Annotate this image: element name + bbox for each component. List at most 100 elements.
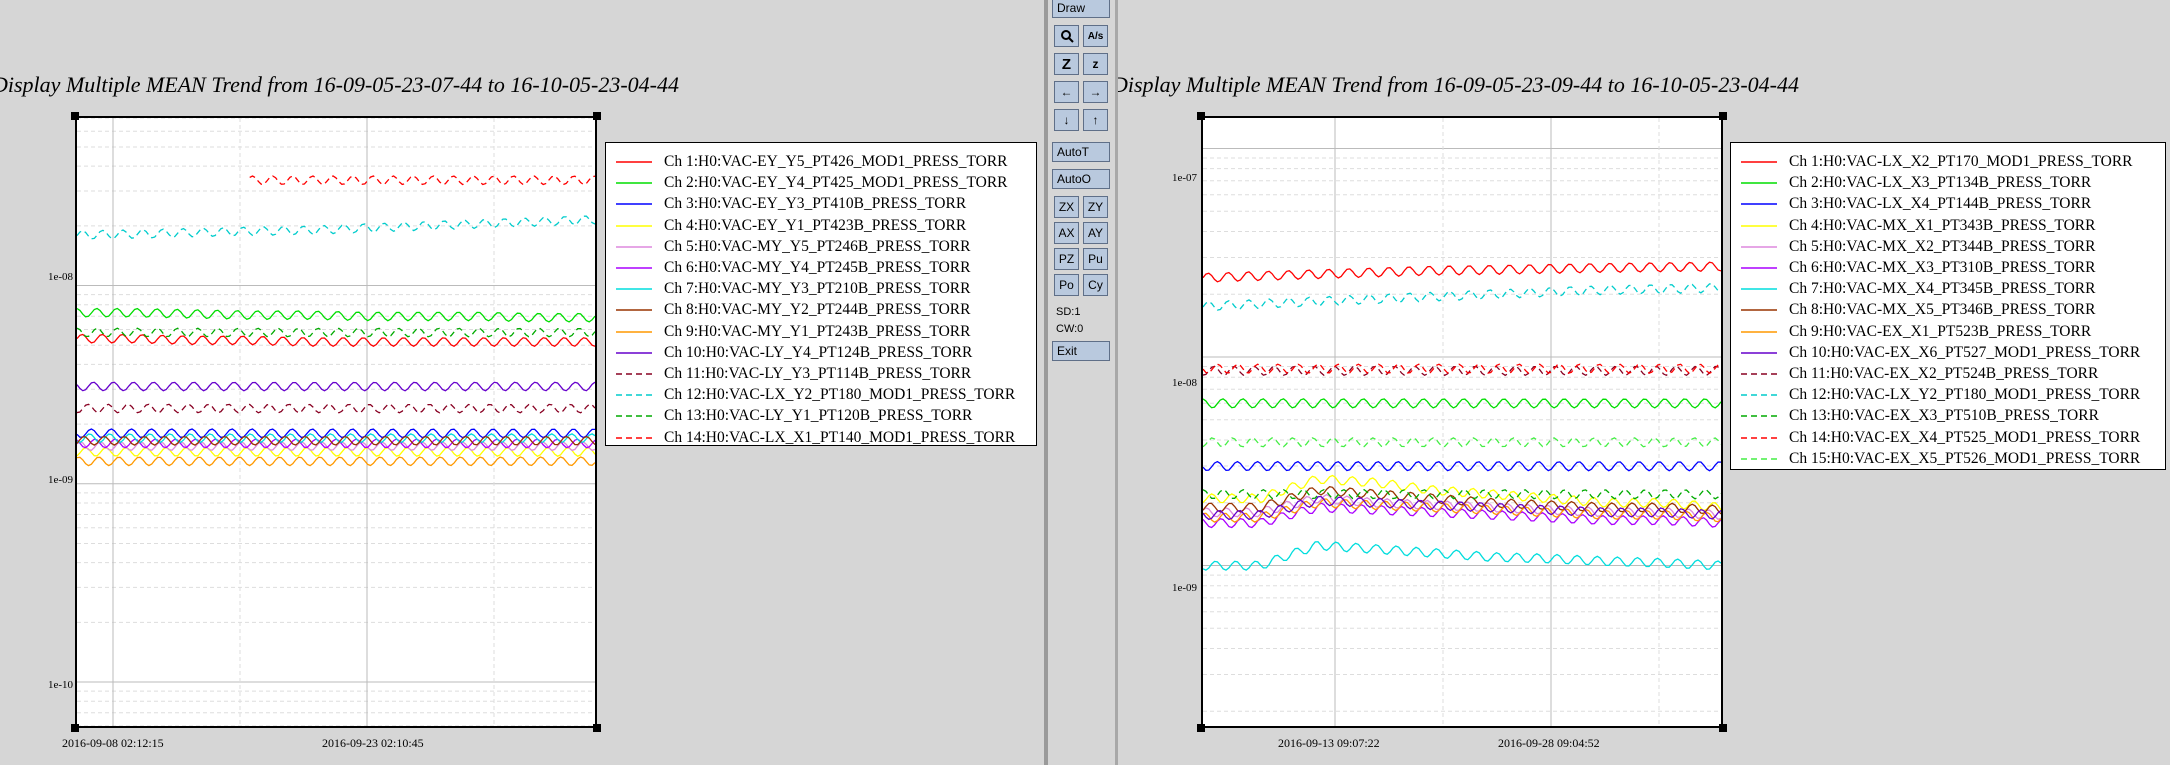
plot-svg[interactable] xyxy=(1203,118,1721,726)
legend-swatch xyxy=(616,436,652,439)
draw-button[interactable]: Draw xyxy=(1052,0,1110,18)
legend-entry: Ch 6:H0:VAC-MX_X3_PT310B_PRESS_TORR xyxy=(1739,258,2095,278)
legend-label: Ch 14:H0:VAC-LX_X1_PT140_MOD1_PRESS_TORR xyxy=(664,428,1016,446)
legend-entry: Ch 15:H0:VAC-EX_X5_PT526_MOD1_PRESS_TORR xyxy=(1739,449,2140,469)
toolbar: Draw A/s Z z ← → ↓ ↑ AutoT AutoO ZX ZY A… xyxy=(1044,0,1118,765)
series-line xyxy=(1203,437,1721,448)
plot-corner-handle[interactable] xyxy=(1719,112,1727,120)
legend-swatch xyxy=(616,161,652,163)
legend-swatch xyxy=(616,224,652,227)
plot-corner-handle[interactable] xyxy=(1719,724,1727,732)
legend-entry: Ch 7:H0:VAC-MY_Y3_PT210B_PRESS_TORR xyxy=(614,279,970,299)
legend-entry: Ch 2:H0:VAC-EY_Y4_PT425_MOD1_PRESS_TORR xyxy=(614,173,1008,193)
legend-swatch xyxy=(1741,415,1777,418)
autoo-button[interactable]: AutoO xyxy=(1052,169,1110,189)
legend-swatch xyxy=(616,182,652,184)
y-tick-label: 1e-09 xyxy=(1171,582,1197,594)
legend-swatch xyxy=(1741,182,1777,184)
legend-swatch xyxy=(616,330,652,333)
arrow-up-icon[interactable]: ↑ xyxy=(1083,109,1108,131)
arrow-left-icon[interactable]: ← xyxy=(1054,81,1079,103)
plot-area[interactable] xyxy=(1201,116,1723,728)
legend-entry: Ch 3:H0:VAC-LX_X4_PT144B_PRESS_TORR xyxy=(1739,194,2091,214)
legend-label: Ch 8:H0:VAC-MX_X5_PT346B_PRESS_TORR xyxy=(1789,301,2096,319)
left-chart-panel: Display Multiple MEAN Trend from 16-09-0… xyxy=(0,0,1044,765)
ax-button[interactable]: AX xyxy=(1054,222,1079,244)
legend-label: Ch 14:H0:VAC-EX_X4_PT525_MOD1_PRESS_TORR xyxy=(1789,428,2141,446)
legend-swatch xyxy=(616,309,652,312)
x-tick-label: 2016-09-08 02:12:15 xyxy=(62,736,164,750)
cw-readout: CW:0 xyxy=(1056,323,1084,335)
plot-corner-handle[interactable] xyxy=(71,112,79,120)
legend-entry: Ch 7:H0:VAC-MX_X4_PT345B_PRESS_TORR xyxy=(1739,279,2095,299)
legend-label: Ch 8:H0:VAC-MY_Y2_PT244B_PRESS_TORR xyxy=(664,301,971,319)
plot-corner-handle[interactable] xyxy=(593,724,601,732)
legend-swatch xyxy=(1741,224,1777,227)
exit-button[interactable]: Exit xyxy=(1052,341,1110,361)
zoom-in-z-icon[interactable]: Z xyxy=(1054,53,1079,75)
plot-svg[interactable] xyxy=(77,118,595,726)
arrow-down-icon[interactable]: ↓ xyxy=(1054,109,1079,131)
pz-button[interactable]: PZ xyxy=(1054,248,1079,270)
series-line xyxy=(77,456,595,467)
legend-entry: Ch 12:H0:VAC-LX_Y2_PT180_MOD1_PRESS_TORR xyxy=(614,385,1015,405)
legend-label: Ch 2:H0:VAC-LX_X3_PT134B_PRESS_TORR xyxy=(1789,174,2092,192)
series-line xyxy=(77,403,595,414)
legend-swatch xyxy=(616,352,652,354)
series-line xyxy=(249,175,595,186)
legend-entry: Ch 14:H0:VAC-LX_X1_PT140_MOD1_PRESS_TORR xyxy=(614,428,1015,448)
legend-entry: Ch 14:H0:VAC-EX_X4_PT525_MOD1_PRESS_TORR xyxy=(1739,428,2140,448)
legend-label: Ch 5:H0:VAC-MY_Y5_PT246B_PRESS_TORR xyxy=(664,237,971,255)
ay-button[interactable]: AY xyxy=(1083,222,1108,244)
series-line xyxy=(77,307,595,323)
zx-button[interactable]: ZX xyxy=(1054,196,1079,218)
legend-swatch xyxy=(1741,394,1777,396)
sd-readout: SD:1 xyxy=(1056,306,1081,318)
legend-entry: Ch 5:H0:VAC-MY_Y5_PT246B_PRESS_TORR xyxy=(614,237,970,257)
plot-area[interactable] xyxy=(75,116,597,728)
po-button[interactable]: Po xyxy=(1054,274,1079,296)
legend-label: Ch 3:H0:VAC-EY_Y3_PT410B_PRESS_TORR xyxy=(664,195,967,213)
arrow-right-icon[interactable]: → xyxy=(1083,81,1108,103)
right-chart-panel: Display Multiple MEAN Trend from 16-09-0… xyxy=(1118,0,2170,765)
plot-corner-handle[interactable] xyxy=(71,724,79,732)
plot-corner-handle[interactable] xyxy=(1197,724,1205,732)
zy-button[interactable]: ZY xyxy=(1083,196,1108,218)
legend-entry: Ch 8:H0:VAC-MX_X5_PT346B_PRESS_TORR xyxy=(1739,300,2095,320)
plot-corner-handle[interactable] xyxy=(593,112,601,120)
chart-title: Display Multiple MEAN Trend from 16-09-0… xyxy=(1118,72,1800,97)
legend-swatch xyxy=(1741,352,1777,354)
legend-label: Ch 10:H0:VAC-LY_Y4_PT124B_PRESS_TORR xyxy=(664,343,973,361)
axis-scale-icon[interactable]: A/s xyxy=(1083,25,1108,47)
series-line xyxy=(77,428,595,439)
legend-swatch xyxy=(616,288,652,290)
x-tick-label: 2016-09-28 09:04:52 xyxy=(1498,736,1600,750)
legend-label: Ch 9:H0:VAC-MY_Y1_PT243B_PRESS_TORR xyxy=(664,322,971,340)
legend-entry: Ch 10:H0:VAC-EX_X6_PT527_MOD1_PRESS_TORR xyxy=(1739,343,2140,363)
legend-swatch xyxy=(616,246,652,248)
series-line xyxy=(77,333,595,348)
series-line xyxy=(77,441,595,452)
legend-entry: Ch 9:H0:VAC-EX_X1_PT523B_PRESS_TORR xyxy=(1739,322,2091,342)
plot-corner-handle[interactable] xyxy=(1197,112,1205,120)
zoom-out-z-icon[interactable]: z xyxy=(1083,53,1108,75)
legend-label: Ch 13:H0:VAC-EX_X3_PT510B_PRESS_TORR xyxy=(1789,407,2099,425)
legend-label: Ch 5:H0:VAC-MX_X2_PT344B_PRESS_TORR xyxy=(1789,237,2096,255)
legend-swatch xyxy=(1741,436,1777,439)
series-line xyxy=(1203,261,1721,283)
series-line xyxy=(77,446,595,457)
legend-label: Ch 6:H0:VAC-MY_Y4_PT245B_PRESS_TORR xyxy=(664,259,971,276)
legend-swatch xyxy=(1741,288,1777,290)
x-tick-label: 2016-09-23 02:10:45 xyxy=(322,736,424,750)
legend-swatch xyxy=(1741,246,1777,248)
series-line xyxy=(1203,283,1721,311)
magnifier-icon[interactable] xyxy=(1054,25,1079,47)
legend-swatch xyxy=(1741,203,1777,206)
legend-label: Ch 3:H0:VAC-LX_X4_PT144B_PRESS_TORR xyxy=(1789,195,2092,213)
cy-button[interactable]: Cy xyxy=(1083,274,1108,296)
autot-button[interactable]: AutoT xyxy=(1052,142,1110,162)
legend-label: Ch 15:H0:VAC-EX_X5_PT526_MOD1_PRESS_TORR xyxy=(1789,449,2141,467)
legend-label: Ch 12:H0:VAC-LX_Y2_PT180_MOD1_PRESS_TORR xyxy=(664,386,1016,404)
pu-button[interactable]: Pu xyxy=(1083,248,1108,270)
legend: Ch 1:H0:VAC-EY_Y5_PT426_MOD1_PRESS_TORR C… xyxy=(605,142,1037,446)
